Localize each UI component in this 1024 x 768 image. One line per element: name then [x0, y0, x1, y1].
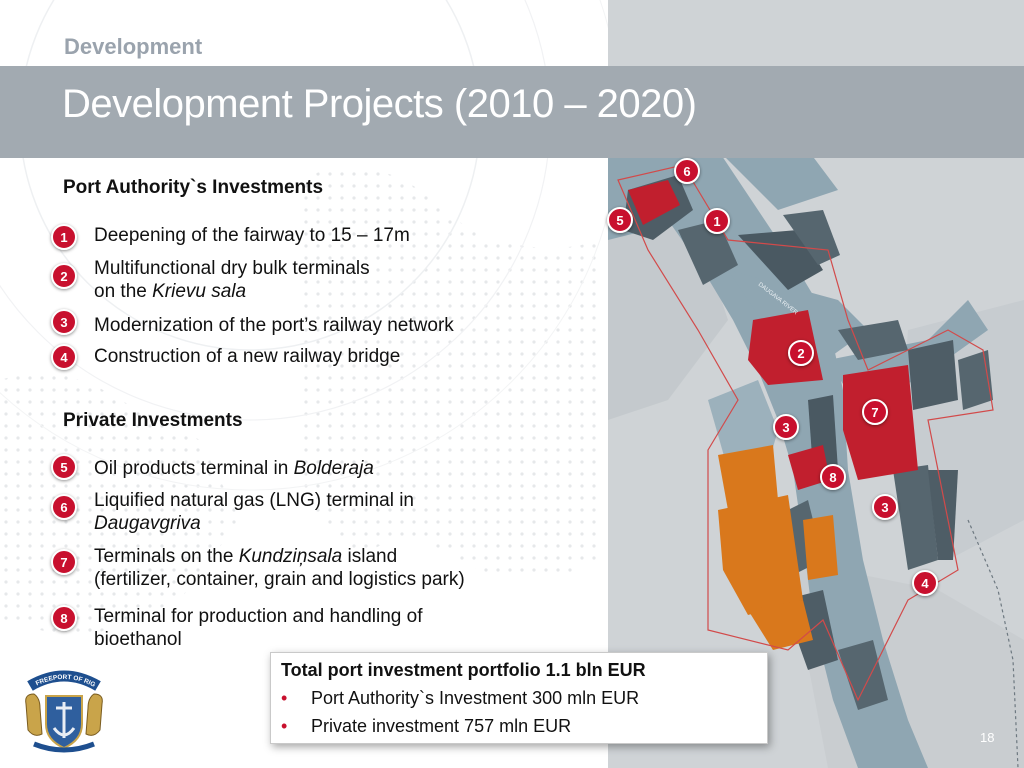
item-3: Modernization of the port’s railway netw… [94, 314, 594, 337]
item-8-text-line2: bioethanol [94, 629, 182, 650]
bullet-dot: • [281, 688, 288, 708]
item-5: Oil products terminal in Bolderaja [94, 457, 594, 480]
map-marker-2: 2 [788, 340, 814, 366]
map-marker-3b: 3 [872, 494, 898, 520]
item-3-text: Modernization of the port’s railway netw… [94, 315, 454, 336]
item-8: Terminal for production and handling of … [94, 605, 594, 651]
item-badge-8: 8 [51, 605, 77, 631]
investment-summary-box: Total port investment portfolio 1.1 bln … [270, 652, 768, 744]
item-badge-2: 2 [51, 263, 77, 289]
map-marker-1: 1 [704, 208, 730, 234]
item-2: Multifunctional dry bulk terminals on th… [94, 257, 594, 303]
item-1: Deepening of the fairway to 15 – 17m [94, 224, 594, 247]
item-6: Liquified natural gas (LNG) terminal in … [94, 489, 594, 535]
bullet-dot: • [281, 716, 288, 736]
item-7-text-post: island [342, 546, 398, 567]
item-5-text: Oil products terminal in [94, 458, 294, 479]
item-7-place: Kundziņsala [238, 546, 343, 567]
item-badge-7: 7 [51, 549, 77, 575]
summary-bullet-1: • Port Authority`s Investment 300 mln EUR [281, 688, 639, 709]
map-marker-5: 5 [607, 207, 633, 233]
freeport-of-riga-logo: FREEPORT OF RIGA [16, 664, 103, 753]
item-4: Construction of a new railway bridge [94, 345, 594, 368]
item-badge-5: 5 [51, 454, 77, 480]
item-6-text: Liquified natural gas (LNG) terminal in [94, 490, 414, 511]
map-marker-6: 6 [674, 158, 700, 184]
item-5-place: Bolderaja [293, 458, 374, 479]
item-2-text: Multifunctional dry bulk terminals [94, 258, 370, 279]
item-badge-3: 3 [51, 309, 77, 335]
map-marker-3: 3 [773, 414, 799, 440]
page-number: 18 [980, 730, 995, 745]
summary-bullet-1-text: Port Authority`s Investment 300 mln EUR [311, 688, 640, 708]
private-investments-heading: Private Investments [63, 410, 243, 431]
summary-title: Total port investment portfolio 1.1 bln … [281, 660, 646, 680]
item-badge-4: 4 [51, 344, 77, 370]
item-1-text: Deepening of the fairway to 15 – 17m [94, 225, 410, 246]
summary-bullet-2: • Private investment 757 mln EUR [281, 716, 571, 737]
item-badge-1: 1 [51, 224, 77, 250]
item-8-text: Terminal for production and handling of [94, 606, 423, 627]
map-marker-8: 8 [820, 464, 846, 490]
item-7-text-line2: (fertilizer, container, grain and logist… [94, 569, 465, 590]
summary-bullet-2-text: Private investment 757 mln EUR [311, 716, 572, 736]
port-authority-heading: Port Authority`s Investments [63, 177, 324, 198]
item-7-text-pre: Terminals on the [94, 546, 239, 567]
item-badge-6: 6 [51, 494, 77, 520]
item-2-place: Krievu sala [152, 281, 247, 302]
item-4-text: Construction of a new railway bridge [94, 346, 401, 367]
map-marker-7: 7 [862, 399, 888, 425]
item-7: Terminals on the Kundziņsala island (fer… [94, 545, 594, 591]
item-6-place: Daugavgriva [94, 513, 201, 534]
map-marker-4: 4 [912, 570, 938, 596]
item-2-text-pre: on the [94, 281, 153, 302]
